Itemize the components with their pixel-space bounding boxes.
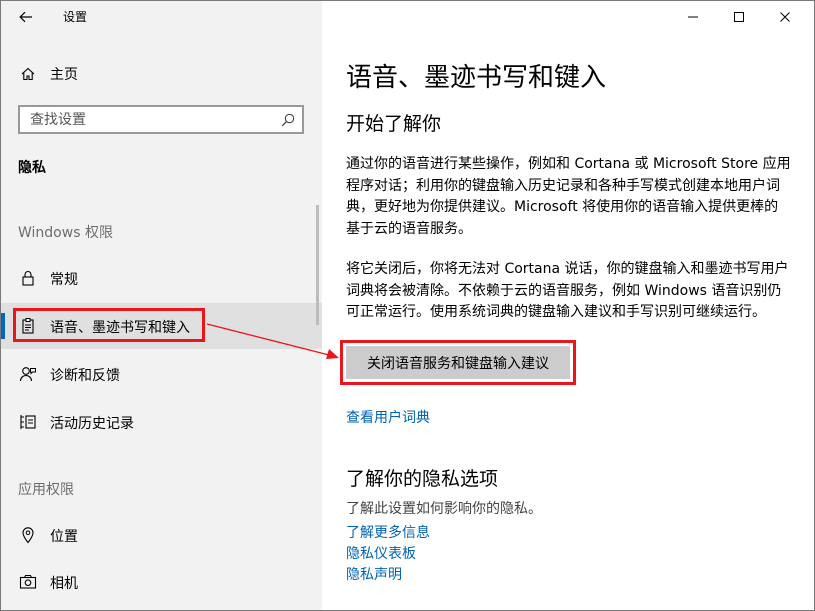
lock-icon <box>19 269 37 287</box>
privacy-section-title: 了解你的隐私选项 <box>346 468 499 490</box>
back-button[interactable] <box>11 4 41 30</box>
sidebar-item-label: 位置 <box>50 529 78 545</box>
description-paragraph: 将它关闭后，你将无法对 Cortana 说话，你的键盘输入和墨迹书写用户词典将会… <box>346 261 789 320</box>
minimize-button[interactable] <box>670 1 716 33</box>
sidebar-item-label: 常规 <box>50 272 78 288</box>
sidebar-item-general[interactable]: 常规 <box>1 255 322 301</box>
privacy-dashboard-link[interactable]: 隐私仪表板 <box>346 543 416 563</box>
section-title: 开始了解你 <box>346 113 442 135</box>
home-label: 主页 <box>50 67 78 83</box>
sidebar-item-camera[interactable]: 相机 <box>1 559 322 605</box>
person-feedback-icon <box>19 365 37 383</box>
windows-permissions-header: Windows 权限 <box>18 225 113 241</box>
activity-history-icon <box>19 413 37 431</box>
minimize-icon <box>688 16 698 18</box>
search-input[interactable] <box>30 110 270 130</box>
window-title: 设置 <box>63 10 88 24</box>
sidebar-scrollbar[interactable] <box>316 205 319 325</box>
privacy-description: 了解此设置如何影响你的隐私。 <box>346 501 542 517</box>
selection-indicator <box>1 313 5 339</box>
page-title: 语音、墨迹书写和键入 <box>346 63 607 93</box>
sidebar-item-diagnostics-feedback[interactable]: 诊断和反馈 <box>1 351 322 397</box>
close-icon <box>780 12 790 22</box>
app-permissions-header: 应用权限 <box>18 482 74 498</box>
annotation-button-highlight: 关闭语音服务和键盘输入建议 <box>340 340 576 385</box>
sidebar-item-label: 诊断和反馈 <box>50 368 120 384</box>
content-pane: 语音、墨迹书写和键入 开始了解你 通过你的语音进行某些操作，例如和 Cortan… <box>322 1 814 610</box>
sidebar-item-activity-history[interactable]: 活动历史记录 <box>1 399 322 445</box>
sidebar-item-home[interactable]: 主页 <box>1 59 322 89</box>
sidebar: 设置 主页 隐私 Windows 权限 常规 语音、墨迹 <box>1 1 322 610</box>
annotation-highlight-box <box>13 308 205 342</box>
sidebar-item-label: 活动历史记录 <box>50 416 134 432</box>
sidebar-item-speech-inking-typing[interactable]: 语音、墨迹书写和键入 <box>1 303 322 349</box>
location-icon <box>19 526 37 544</box>
maximize-button[interactable] <box>716 1 762 33</box>
sidebar-item-location[interactable]: 位置 <box>1 512 322 558</box>
sidebar-item-label: 相机 <box>50 576 78 592</box>
category-title: 隐私 <box>18 160 46 176</box>
view-user-dictionary-link[interactable]: 查看用户词典 <box>346 407 430 427</box>
close-button[interactable] <box>762 1 808 33</box>
camera-icon <box>19 573 37 591</box>
back-arrow-icon <box>19 11 32 23</box>
turn-off-speech-services-button[interactable]: 关闭语音服务和键盘输入建议 <box>346 346 570 379</box>
learn-more-link[interactable]: 了解更多信息 <box>346 522 430 542</box>
maximize-icon <box>734 12 744 22</box>
privacy-statement-link[interactable]: 隐私声明 <box>346 564 402 584</box>
description-paragraph: 通过你的语音进行某些操作，例如和 Cortana 或 Microsoft Sto… <box>346 156 791 237</box>
home-icon <box>19 65 37 83</box>
search-icon[interactable] <box>280 112 296 128</box>
settings-window: 设置 主页 隐私 Windows 权限 常规 语音、墨迹 <box>0 0 815 611</box>
search-box[interactable] <box>18 105 304 134</box>
